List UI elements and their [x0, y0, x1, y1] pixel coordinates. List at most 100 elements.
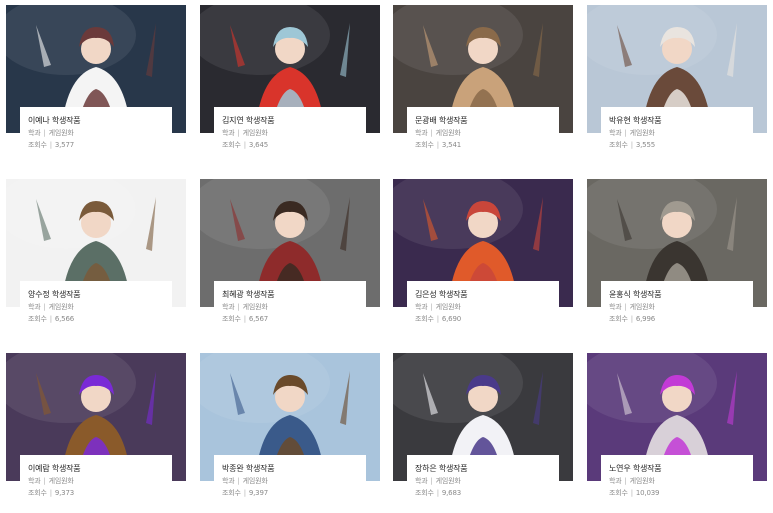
department-value: 게임원화	[242, 477, 268, 485]
artwork-title[interactable]: 윤홍식 학생작품	[609, 289, 753, 301]
artwork-department: 학과 | 게임원화	[415, 127, 559, 139]
views-label: 조회수	[609, 489, 628, 497]
department-value: 게임원화	[629, 129, 655, 137]
artwork-title[interactable]: 장하은 학생작품	[415, 463, 559, 475]
separator: |	[436, 141, 439, 149]
department-value: 게임원화	[48, 477, 74, 485]
department-value: 게임원화	[435, 129, 461, 137]
artwork-department: 학과 | 게임원화	[222, 127, 366, 139]
artwork-views: 조회수 | 10,039	[609, 487, 753, 499]
views-count: 3,541	[441, 141, 461, 149]
artwork-gallery-grid: 이예나 학생작품 학과 | 게임원화 조회수 | 3,577 김지연 학생작품 학과 | 게임원화 조…	[0, 0, 773, 513]
artwork-title[interactable]: 김은성 학생작품	[415, 289, 559, 301]
department-label: 학과	[222, 303, 235, 311]
artwork-department: 학과 | 게임원화	[222, 475, 366, 487]
artwork-title[interactable]: 이예나 학생작품	[28, 115, 172, 127]
department-value: 게임원화	[242, 303, 268, 311]
separator: |	[630, 489, 633, 497]
views-count: 6,690	[441, 315, 461, 323]
separator: |	[49, 489, 52, 497]
views-count: 6,566	[54, 315, 74, 323]
artwork-title[interactable]: 최혜광 학생작품	[222, 289, 366, 301]
artwork-info-panel: 박유현 학생작품학과 | 게임원화조회수 | 3,555	[601, 107, 753, 165]
separator: |	[49, 315, 52, 323]
artwork-card[interactable]: 이예나 학생작품학과 | 게임원화조회수 | 3,577	[6, 5, 186, 165]
artwork-title[interactable]: 노연우 학생작품	[609, 463, 753, 475]
views-label: 조회수	[415, 315, 434, 323]
department-label: 학과	[609, 477, 622, 485]
department-label: 학과	[222, 129, 235, 137]
separator: |	[237, 477, 240, 485]
artwork-card[interactable]: 김은성 학생작품 학과 | 게임원화 조회수 | 6,690	[393, 179, 573, 339]
artwork-info-panel: 윤홍식 학생작품 학과 | 게임원화 조회수 | 6,996	[601, 281, 753, 339]
department-label: 학과	[415, 477, 428, 485]
artwork-views: 조회수 | 3,577	[28, 139, 172, 151]
views-count: 6,567	[248, 315, 268, 323]
separator: |	[430, 303, 433, 311]
artwork-department: 학과 | 게임원화	[415, 301, 559, 313]
artwork-card[interactable]: 김지연 학생작품 학과 | 게임원화 조회수 | 3,645	[200, 5, 380, 165]
department-value: 게임원화	[242, 129, 268, 137]
artwork-title[interactable]: 문광배 학생작품	[415, 115, 559, 127]
views-count: 6,996	[635, 315, 655, 323]
department-value: 게임원화	[435, 303, 461, 311]
artwork-views: 조회수 | 6,567	[222, 313, 366, 325]
separator: |	[624, 129, 627, 137]
artwork-card[interactable]: 윤홍식 학생작품 학과 | 게임원화 조회수 | 6,996	[587, 179, 767, 339]
artwork-views: 조회수 | 3,541	[415, 139, 559, 151]
views-label: 조회수	[609, 141, 628, 149]
artwork-title[interactable]: 이예람 학생작품	[28, 463, 172, 475]
artwork-views: 조회수 | 6,996	[609, 313, 753, 325]
artwork-info-panel: 김은성 학생작품 학과 | 게임원화 조회수 | 6,690	[407, 281, 559, 339]
artwork-info-panel: 장하은 학생작품 학과 | 게임원화 조회수 | 9,683	[407, 455, 559, 513]
views-count: 9,397	[248, 489, 268, 497]
department-value: 게임원화	[629, 477, 655, 485]
artwork-department: 학과 | 게임원화	[609, 475, 753, 487]
separator: |	[436, 489, 439, 497]
views-count: 9,373	[54, 489, 74, 497]
artwork-views: 조회수 | 6,690	[415, 313, 559, 325]
artwork-info-panel: 박종완 학생작품 학과 | 게임원화 조회수 | 9,397	[214, 455, 366, 513]
artwork-title[interactable]: 김지연 학생작품	[222, 115, 366, 127]
department-value: 게임원화	[48, 129, 74, 137]
artwork-card[interactable]: 최혜광 학생작품 학과 | 게임원화 조회수 | 6,567	[200, 179, 380, 339]
department-label: 학과	[415, 303, 428, 311]
artwork-views: 조회수 | 3,555	[609, 139, 753, 151]
artwork-views: 조회수 | 9,683	[415, 487, 559, 499]
artwork-info-panel: 노연우 학생작품 학과 | 게임원화 조회수 | 10,039	[601, 455, 753, 513]
artwork-card[interactable]: 박유현 학생작품학과 | 게임원화조회수 | 3,555	[587, 5, 767, 165]
artwork-title[interactable]: 박종완 학생작품	[222, 463, 366, 475]
views-count: 3,577	[54, 141, 74, 149]
department-label: 학과	[609, 129, 622, 137]
separator: |	[243, 141, 246, 149]
separator: |	[243, 489, 246, 497]
artwork-department: 학과 | 게임원화	[28, 475, 172, 487]
artwork-title[interactable]: 양수정 학생작품	[28, 289, 172, 301]
views-count: 3,645	[248, 141, 268, 149]
views-label: 조회수	[609, 315, 628, 323]
artwork-card[interactable]: 양수정 학생작품 학과 | 게임원화 조회수 | 6,566	[6, 179, 186, 339]
artwork-views: 조회수 | 9,373	[28, 487, 172, 499]
artwork-card[interactable]: 박종완 학생작품 학과 | 게임원화 조회수 | 9,397	[200, 353, 380, 513]
artwork-department: 학과 | 게임원화	[222, 301, 366, 313]
artwork-card[interactable]: 문광배 학생작품 학과 | 게임원화 조회수 | 3,541	[393, 5, 573, 165]
department-label: 학과	[28, 303, 41, 311]
artwork-card[interactable]: 이예람 학생작품 학과 | 게임원화 조회수 | 9,373	[6, 353, 186, 513]
views-label: 조회수	[415, 489, 434, 497]
views-label: 조회수	[28, 141, 47, 149]
separator: |	[624, 303, 627, 311]
artwork-department: 학과 | 게임원화	[415, 475, 559, 487]
artwork-card[interactable]: 노연우 학생작품 학과 | 게임원화 조회수 | 10,039	[587, 353, 767, 513]
separator: |	[237, 129, 240, 137]
department-label: 학과	[28, 129, 41, 137]
artwork-title[interactable]: 박유현 학생작품	[609, 115, 753, 127]
artwork-views: 조회수 | 3,645	[222, 139, 366, 151]
artwork-card[interactable]: 장하은 학생작품 학과 | 게임원화 조회수 | 9,683	[393, 353, 573, 513]
artwork-views: 조회수 | 9,397	[222, 487, 366, 499]
artwork-info-panel: 양수정 학생작품 학과 | 게임원화 조회수 | 6,566	[20, 281, 172, 339]
views-label: 조회수	[415, 141, 434, 149]
artwork-department: 학과 | 게임원화	[28, 301, 172, 313]
separator: |	[43, 129, 46, 137]
separator: |	[430, 129, 433, 137]
separator: |	[243, 315, 246, 323]
